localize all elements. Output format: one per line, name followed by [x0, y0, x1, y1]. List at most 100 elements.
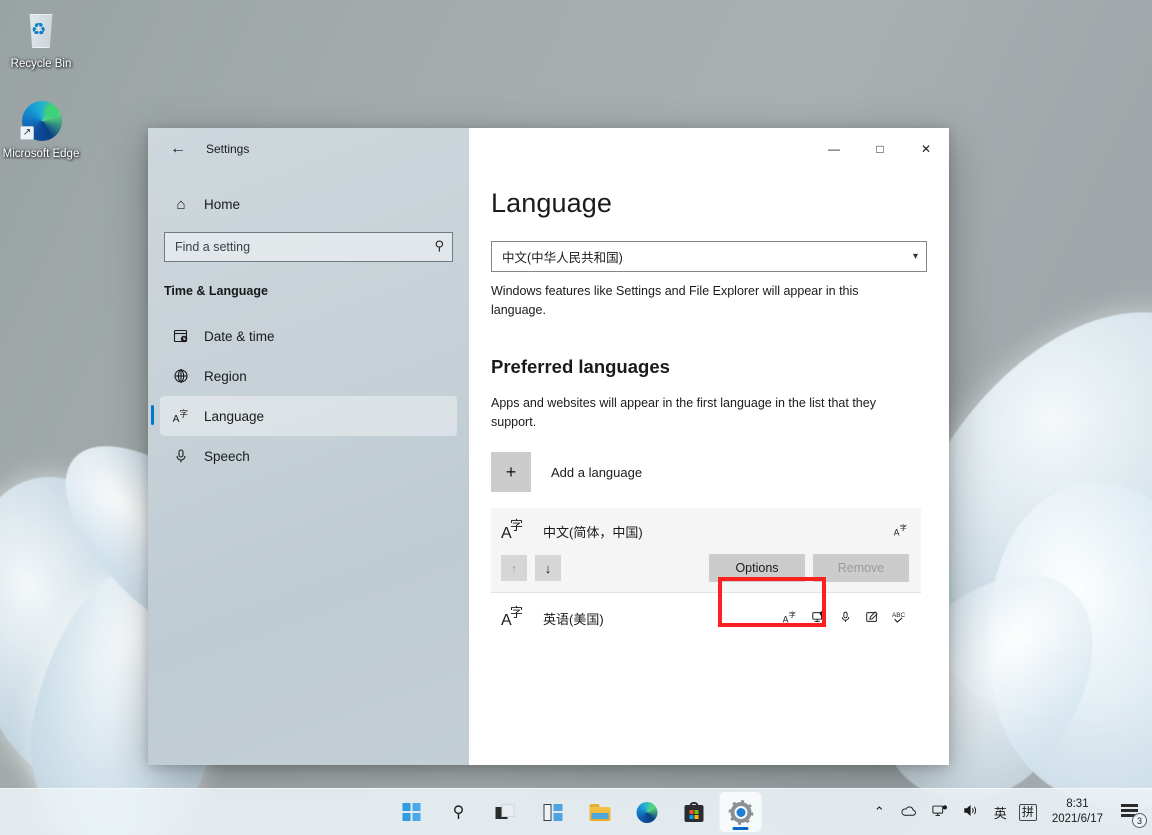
sidebar-item-label: Date & time — [204, 329, 275, 344]
taskbar-center-group: ⚲ — [391, 792, 762, 832]
taskbar-task-view-button[interactable] — [485, 792, 527, 832]
display-language-dropdown[interactable]: 中文(中华人民共和国) ▾ — [491, 241, 927, 272]
gear-icon — [730, 802, 751, 823]
calendar-clock-icon — [172, 328, 190, 344]
back-button[interactable]: ← — [162, 133, 194, 165]
preferred-languages-helper: Apps and websites will appear in the fir… — [491, 394, 911, 432]
app-title: Settings — [206, 142, 249, 156]
taskbar-store-button[interactable] — [673, 792, 715, 832]
language-name: 英语(美国) — [543, 609, 771, 628]
edge-icon — [636, 802, 657, 823]
sidebar-item-label: Region — [204, 369, 247, 384]
edge-icon: ↗ — [20, 100, 62, 142]
settings-window: ← Settings ⌂ Home ⚲ Time & Language — [148, 128, 949, 765]
tray-overflow-chevron-icon[interactable]: ⌃ — [871, 800, 888, 824]
handwriting-icon — [865, 610, 879, 626]
sidebar-item-label: Speech — [204, 449, 250, 464]
desktop-icon-recycle-bin[interactable]: ♻ Recycle Bin — [2, 10, 80, 71]
page-title: Language — [491, 188, 921, 219]
task-view-icon — [496, 804, 516, 820]
add-language-label: Add a language — [551, 465, 642, 480]
language-row[interactable]: A 字 中文(简体，中国) A 字 — [491, 508, 921, 554]
svg-text:A: A — [783, 614, 789, 624]
globe-icon — [172, 368, 190, 384]
svg-text:字: 字 — [510, 519, 523, 534]
shortcut-arrow-icon: ↗ — [20, 126, 34, 140]
speech-icon — [839, 610, 852, 626]
clock-date: 2021/6/17 — [1052, 812, 1103, 827]
taskbar-widgets-button[interactable] — [532, 792, 574, 832]
taskbar-file-explorer-button[interactable] — [579, 792, 621, 832]
sidebar-item-speech[interactable]: Speech — [160, 436, 457, 476]
onedrive-icon[interactable] — [897, 801, 920, 824]
taskbar-clock[interactable]: 8:31 2021/6/17 — [1046, 795, 1109, 829]
search-icon: ⚲ — [453, 802, 465, 822]
language-pack-icon: A 字 — [894, 523, 909, 539]
sidebar-item-label: Home — [204, 197, 240, 212]
desktop-icon-label: Microsoft Edge — [3, 148, 80, 160]
store-icon — [684, 802, 703, 822]
ime-pinyin-indicator[interactable]: 拼 — [1019, 804, 1037, 821]
window-titlebar-left: ← Settings — [148, 128, 469, 170]
desktop: ♻ Recycle Bin ↗ Microsoft Edge ← Setting… — [0, 0, 1152, 835]
move-down-button[interactable]: ↓ — [535, 555, 561, 581]
sidebar-item-region[interactable]: Region — [160, 356, 457, 396]
minimize-button[interactable]: — — [811, 128, 857, 170]
windows-logo-icon — [403, 803, 421, 821]
clock-time: 8:31 — [1052, 797, 1103, 812]
language-icon: A 字 — [172, 408, 190, 424]
sidebar-item-label: Language — [204, 409, 264, 424]
svg-text:字: 字 — [789, 610, 796, 619]
microphone-icon — [172, 448, 190, 464]
add-language-button[interactable]: + — [491, 452, 531, 492]
svg-text:ABC: ABC — [892, 612, 905, 619]
language-feature-icons: A 字 — [894, 523, 909, 539]
display-language-value: 中文(中华人民共和国) — [502, 247, 623, 266]
svg-text:A: A — [894, 527, 900, 537]
svg-text:字: 字 — [179, 409, 188, 420]
settings-scroll-area[interactable]: Language 中文(中华人民共和国) ▾ Windows features … — [469, 170, 949, 765]
desktop-icon-label: Recycle Bin — [11, 58, 72, 70]
home-icon: ⌂ — [172, 196, 190, 213]
language-feature-icons: A 字 — [783, 610, 909, 626]
folder-icon — [589, 804, 610, 821]
language-script-icon: A 字 — [501, 604, 531, 632]
sidebar-item-date-time[interactable]: Date & time — [160, 316, 457, 356]
language-actions: ↑ ↓ Options Remove — [491, 554, 921, 592]
language-pack-icon: A 字 — [783, 610, 798, 626]
network-icon[interactable] — [929, 800, 951, 824]
options-button[interactable]: Options — [709, 554, 805, 582]
desktop-icon-microsoft-edge[interactable]: ↗ Microsoft Edge — [2, 100, 80, 161]
close-button[interactable]: ✕ — [903, 128, 949, 170]
maximize-button[interactable]: □ — [857, 128, 903, 170]
system-tray: ⌃ 英 — [871, 795, 1144, 829]
taskbar: ⚲ — [0, 788, 1152, 835]
display-language-helper: Windows features like Settings and File … — [491, 282, 911, 320]
move-up-button[interactable]: ↑ — [501, 555, 527, 581]
notification-center-button[interactable]: 3 — [1118, 799, 1144, 825]
add-language-row: + Add a language — [491, 452, 921, 492]
language-script-icon: A 字 — [501, 517, 531, 545]
language-list-item-english[interactable]: A 字 英语(美国) A 字 — [491, 593, 921, 643]
taskbar-edge-button[interactable] — [626, 792, 668, 832]
widgets-icon — [543, 804, 562, 821]
navigation-pane: ← Settings ⌂ Home ⚲ Time & Language — [148, 128, 469, 765]
sidebar-group-title: Time & Language — [148, 284, 469, 298]
preferred-languages-heading: Preferred languages — [491, 356, 921, 378]
sidebar-item-home[interactable]: ⌂ Home — [162, 186, 455, 222]
display-icon — [811, 610, 826, 626]
recycle-bin-icon: ♻ — [20, 10, 62, 52]
svg-text:字: 字 — [900, 523, 907, 532]
search-input[interactable] — [164, 232, 453, 262]
remove-button[interactable]: Remove — [813, 554, 909, 582]
ime-mode-indicator[interactable]: 英 — [991, 799, 1010, 826]
taskbar-settings-button[interactable] — [720, 792, 762, 832]
volume-icon[interactable] — [960, 800, 982, 824]
spellcheck-icon: ABC — [892, 610, 909, 626]
search-container: ⚲ — [164, 232, 453, 262]
language-name: 中文(简体，中国) — [543, 522, 882, 541]
chevron-down-icon: ▾ — [913, 251, 918, 262]
taskbar-start-button[interactable] — [391, 792, 433, 832]
sidebar-item-language[interactable]: A 字 Language — [160, 396, 457, 436]
taskbar-search-button[interactable]: ⚲ — [438, 792, 480, 832]
